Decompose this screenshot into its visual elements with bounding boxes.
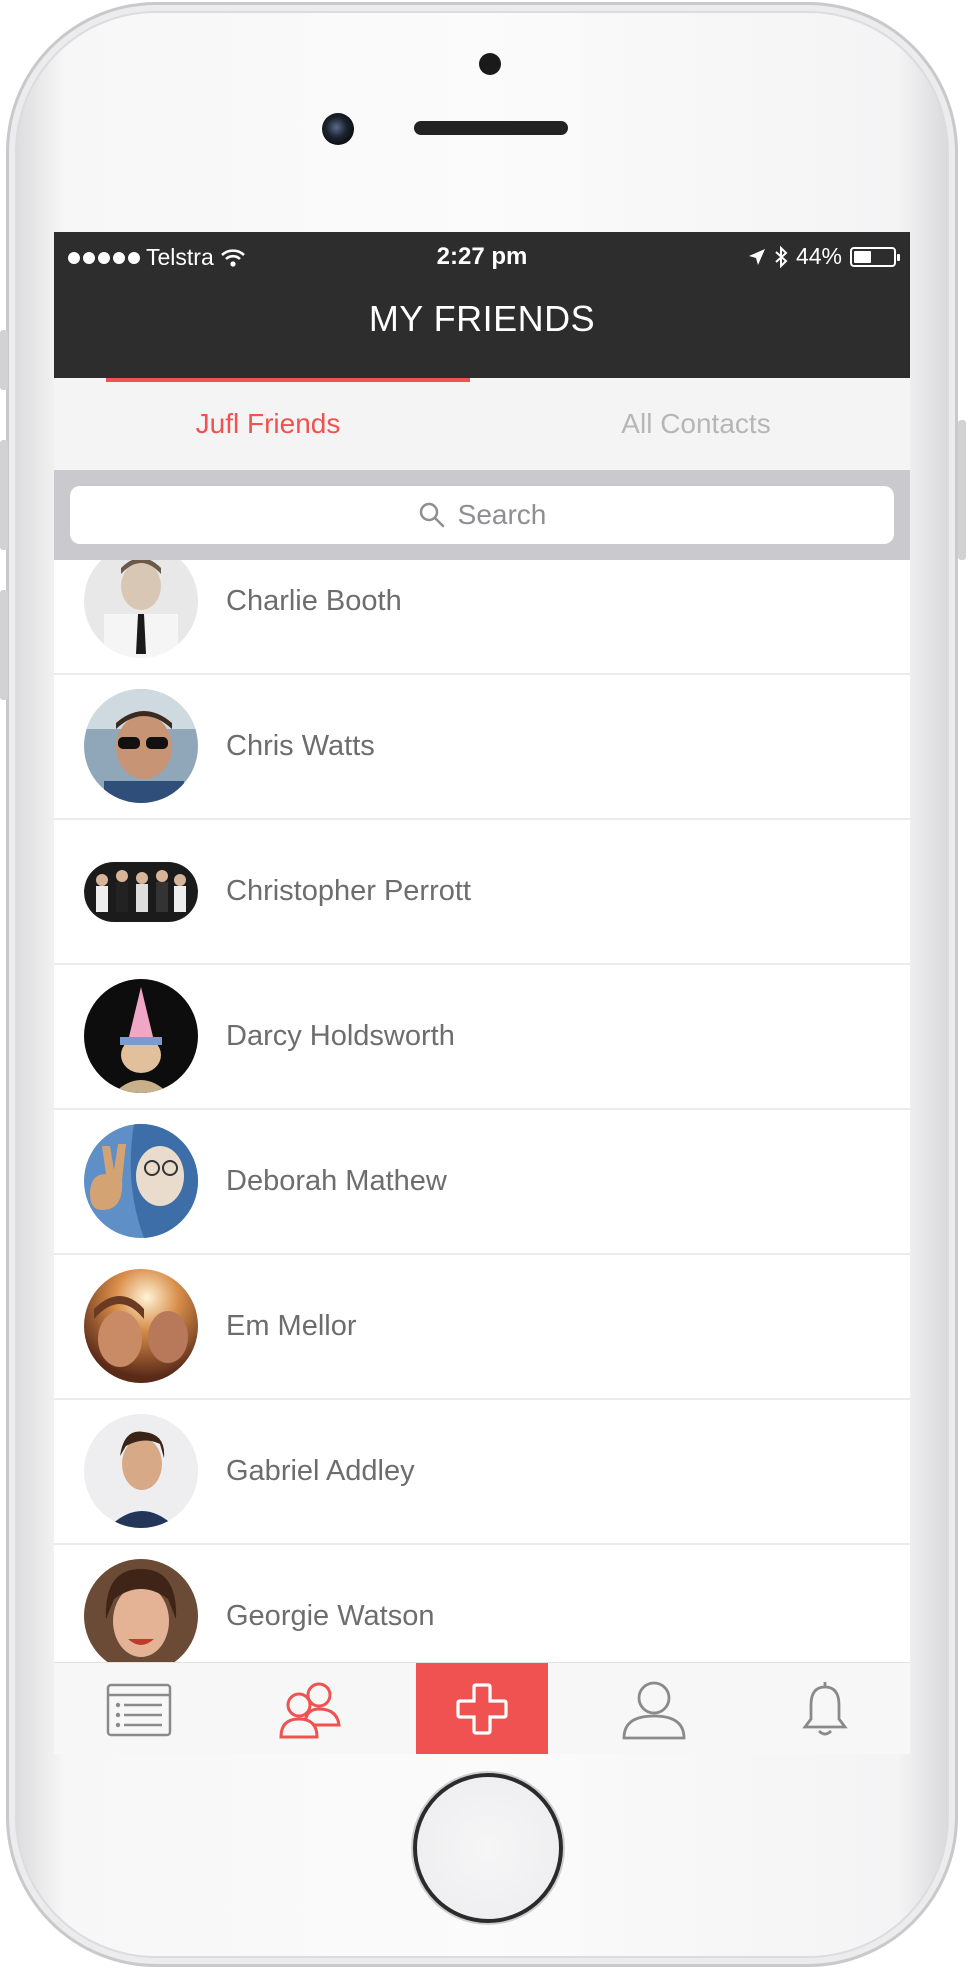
profile-icon — [622, 1681, 686, 1740]
avatar — [84, 1124, 198, 1238]
avatar — [84, 560, 198, 658]
friend-row-deborah-mathew[interactable]: Deborah Mathew — [54, 1110, 910, 1255]
friend-name: Darcy Holdsworth — [226, 1020, 455, 1052]
friend-row-georgie-watson[interactable]: Georgie Watson — [54, 1545, 910, 1662]
friend-name: Charlie Booth — [226, 585, 402, 617]
battery-level — [854, 250, 871, 263]
friend-row-em-mellor[interactable]: Em Mellor — [54, 1255, 910, 1400]
friend-name: Deborah Mathew — [226, 1165, 447, 1197]
avatar — [84, 1559, 198, 1662]
plus-icon — [456, 1683, 508, 1735]
friend-name: Christopher Perrott — [226, 875, 471, 907]
friend-row-gabriel-addley[interactable]: Gabriel Addley — [54, 1400, 910, 1545]
search-input[interactable]: Search — [70, 486, 894, 544]
nav-profile[interactable] — [568, 1663, 740, 1754]
volume-up-button — [0, 440, 8, 550]
location-arrow-icon — [748, 248, 765, 265]
nav-friends[interactable] — [224, 1663, 396, 1754]
avatar — [84, 834, 198, 948]
friends-icon — [279, 1682, 341, 1739]
tab-bar: Jufl Friends All Contacts — [54, 378, 910, 470]
bluetooth-icon — [775, 245, 788, 268]
status-bar-right: 44% — [748, 243, 900, 270]
friend-row-darcy-holdsworth[interactable]: Darcy Holdsworth — [54, 965, 910, 1110]
front-camera — [322, 113, 354, 145]
nav-calendar[interactable] — [54, 1663, 224, 1754]
battery-percent: 44% — [795, 243, 842, 269]
avatar — [84, 689, 198, 803]
search-icon — [419, 502, 444, 528]
nav-notifications[interactable] — [740, 1663, 910, 1754]
friend-row-christopher-perrott[interactable]: Christopher Perrott — [54, 820, 910, 965]
calendar-list-icon — [106, 1683, 172, 1737]
avatar — [84, 1269, 198, 1383]
search-bar: Search — [54, 470, 910, 560]
mute-switch — [0, 330, 8, 390]
friend-name: Gabriel Addley — [226, 1455, 415, 1487]
bell-icon — [802, 1682, 848, 1736]
app-screen: Telstra 2:27 pm 44% MY FRIENDS Jufl Frie… — [54, 232, 910, 1754]
proximity-sensor — [479, 53, 501, 75]
nav-add-button[interactable] — [416, 1663, 548, 1754]
avatar — [84, 1414, 198, 1528]
bottom-nav — [54, 1662, 910, 1754]
search-placeholder: Search — [457, 499, 547, 530]
status-bar: Telstra 2:27 pm 44% — [54, 232, 910, 280]
volume-down-button — [0, 590, 8, 700]
friend-name: Chris Watts — [226, 730, 375, 762]
home-button[interactable] — [413, 1773, 563, 1923]
power-button — [958, 420, 966, 560]
tab-all-contacts[interactable]: All Contacts — [482, 378, 910, 470]
friend-name: Em Mellor — [226, 1310, 357, 1342]
friend-row-chris-watts[interactable]: Chris Watts — [54, 675, 910, 820]
header: Telstra 2:27 pm 44% MY FRIENDS — [54, 232, 910, 378]
earpiece-speaker — [414, 121, 568, 135]
friend-row-charlie-booth[interactable]: Charlie Booth — [54, 560, 910, 675]
friend-name: Georgie Watson — [226, 1600, 435, 1632]
avatar — [84, 979, 198, 1093]
battery-icon — [850, 246, 900, 267]
tab-jufl-friends[interactable]: Jufl Friends — [54, 378, 482, 470]
friends-list: Charlie Booth Chris Watts Christopher Pe… — [54, 560, 910, 1662]
page-title: MY FRIENDS — [368, 298, 596, 339]
